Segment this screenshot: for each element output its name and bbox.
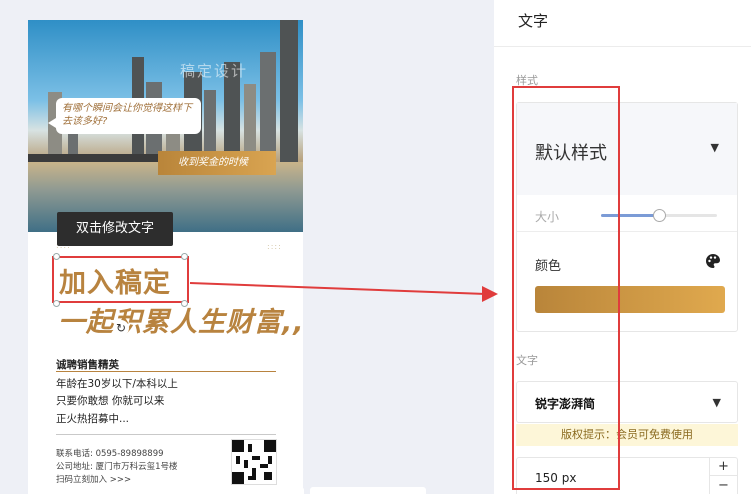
resize-handle-top-right[interactable] (181, 253, 188, 260)
speech-bubble[interactable]: 有哪个瞬间会让你觉得这样下去该多好? (48, 98, 201, 134)
dot-pattern-decoration: :::: (267, 242, 282, 251)
rotate-icon[interactable]: ↻ (113, 320, 129, 336)
requirement-line-3[interactable]: 正火热招募中... (56, 411, 129, 426)
recruit-underline (56, 371, 276, 372)
edit-text-tooltip: 双击修改文字 (57, 212, 173, 246)
contact-divider (56, 434, 276, 435)
qr-code-graphic (232, 440, 276, 484)
requirement-line-1[interactable]: 年龄在30岁以下/本科以上 (56, 376, 178, 391)
contact-phone[interactable]: 联系电话: 0595-89898899 (56, 447, 164, 459)
watermark-text: 稿定设计 (180, 62, 249, 80)
qr-code[interactable] (231, 439, 277, 485)
bottom-toolbar-strips (188, 487, 428, 494)
chevron-down-icon: ▼ (712, 396, 721, 409)
bottom-strip (188, 487, 304, 494)
selection-highlight-box (52, 256, 189, 303)
increment-button[interactable]: + (710, 458, 737, 476)
resize-handle-bottom-right[interactable] (181, 300, 188, 307)
scan-to-join[interactable]: 扫码立刻加入 >>> (56, 473, 131, 485)
chevron-down-icon: ▼ (710, 141, 719, 154)
panel-divider (494, 46, 751, 47)
panel-title: 文字 (518, 12, 549, 30)
recruit-title[interactable]: 诚聘销售精英 (56, 357, 119, 372)
contact-address[interactable]: 公司地址: 厦门市万科云玺1号楼 (56, 460, 177, 472)
bridge-shape (28, 154, 168, 162)
font-size-stepper: + − (709, 458, 737, 494)
resize-handle-bottom-left[interactable] (53, 300, 60, 307)
decrement-button[interactable]: − (710, 477, 737, 494)
bonus-banner[interactable]: 收到奖金的时候 (158, 151, 276, 175)
size-slider-handle[interactable] (653, 209, 666, 222)
resize-handle-top-left[interactable] (53, 253, 60, 260)
bottom-strip (310, 487, 426, 494)
palette-icon[interactable] (705, 253, 721, 269)
requirement-line-2[interactable]: 只要你敢想 你就可以来 (56, 393, 164, 408)
annotation-highlight-box (512, 86, 620, 490)
